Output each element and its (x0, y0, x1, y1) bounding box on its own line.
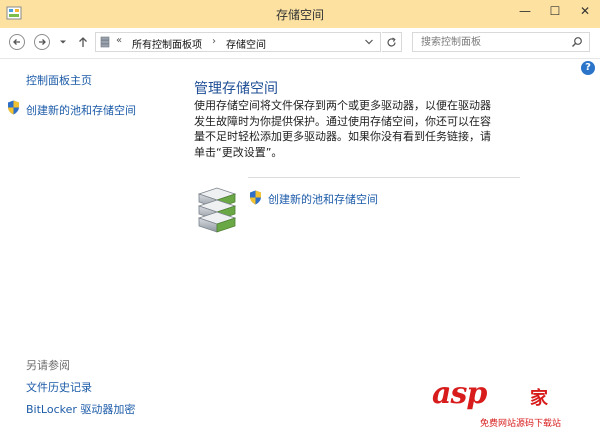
bitlocker-link[interactable]: BitLocker 驱动器加密 (26, 401, 135, 417)
see-also-heading: 另请参阅 (26, 359, 70, 372)
breadcrumb-storage-spaces[interactable]: 存储空间 (226, 36, 266, 51)
watermark: asp 家 免费网站源码下载站 (428, 376, 598, 432)
up-arrow-icon[interactable] (76, 35, 90, 49)
arrow-right-icon (39, 39, 46, 45)
watermark-subtitle: 免费网站源码下载站 (480, 419, 562, 429)
maximize-button[interactable]: ☐ (540, 0, 570, 22)
chevron-down-icon[interactable] (364, 38, 374, 46)
help-button[interactable]: ? (581, 61, 595, 75)
address-bar[interactable]: « 所有控制面板项 › 存储空间 (95, 32, 381, 52)
page-description: 使用存储空间将文件保存到两个或更多驱动器，以便在驱动器发生故障时为你提供保护。通… (194, 99, 491, 159)
forward-button[interactable] (34, 34, 50, 50)
watermark-brand-suffix: 家 (530, 388, 548, 409)
uac-shield-icon (250, 190, 261, 205)
uac-shield-icon (8, 100, 19, 115)
refresh-button[interactable] (382, 32, 402, 52)
search-box[interactable] (412, 32, 590, 52)
control-panel-home-link[interactable]: 控制面板主页 (26, 72, 92, 88)
search-icon[interactable] (571, 36, 583, 48)
file-history-link[interactable]: 文件历史记录 (26, 379, 92, 395)
title-bar: 存储空间 — ☐ ✕ (0, 0, 600, 28)
arrow-left-icon (13, 39, 20, 45)
navigation-bar: « 所有控制面板项 › 存储空间 (0, 28, 600, 59)
breadcrumb-overflow[interactable]: « (116, 35, 122, 46)
breadcrumb-all-items[interactable]: 所有控制面板项 (132, 36, 202, 51)
close-button[interactable]: ✕ (570, 0, 600, 22)
divider (248, 177, 520, 178)
refresh-icon (387, 37, 396, 47)
watermark-brand: asp (432, 376, 487, 411)
left-pane: 控制面板主页 创建新的池和存储空间 另请参阅 文件历史记录 BitLocker … (0, 59, 190, 434)
storage-location-icon (100, 36, 110, 48)
create-pool-link[interactable]: 创建新的池和存储空间 (26, 102, 136, 118)
recent-locations-dropdown-icon[interactable] (58, 37, 68, 47)
search-input[interactable] (413, 33, 571, 51)
back-button[interactable] (9, 34, 25, 50)
minimize-button[interactable]: — (510, 0, 540, 22)
breadcrumb-separator[interactable]: › (212, 36, 216, 47)
create-pool-task-link[interactable]: 创建新的池和存储空间 (268, 191, 378, 207)
page-title: 管理存储空间 (194, 81, 278, 97)
storage-spaces-icon (197, 187, 237, 233)
